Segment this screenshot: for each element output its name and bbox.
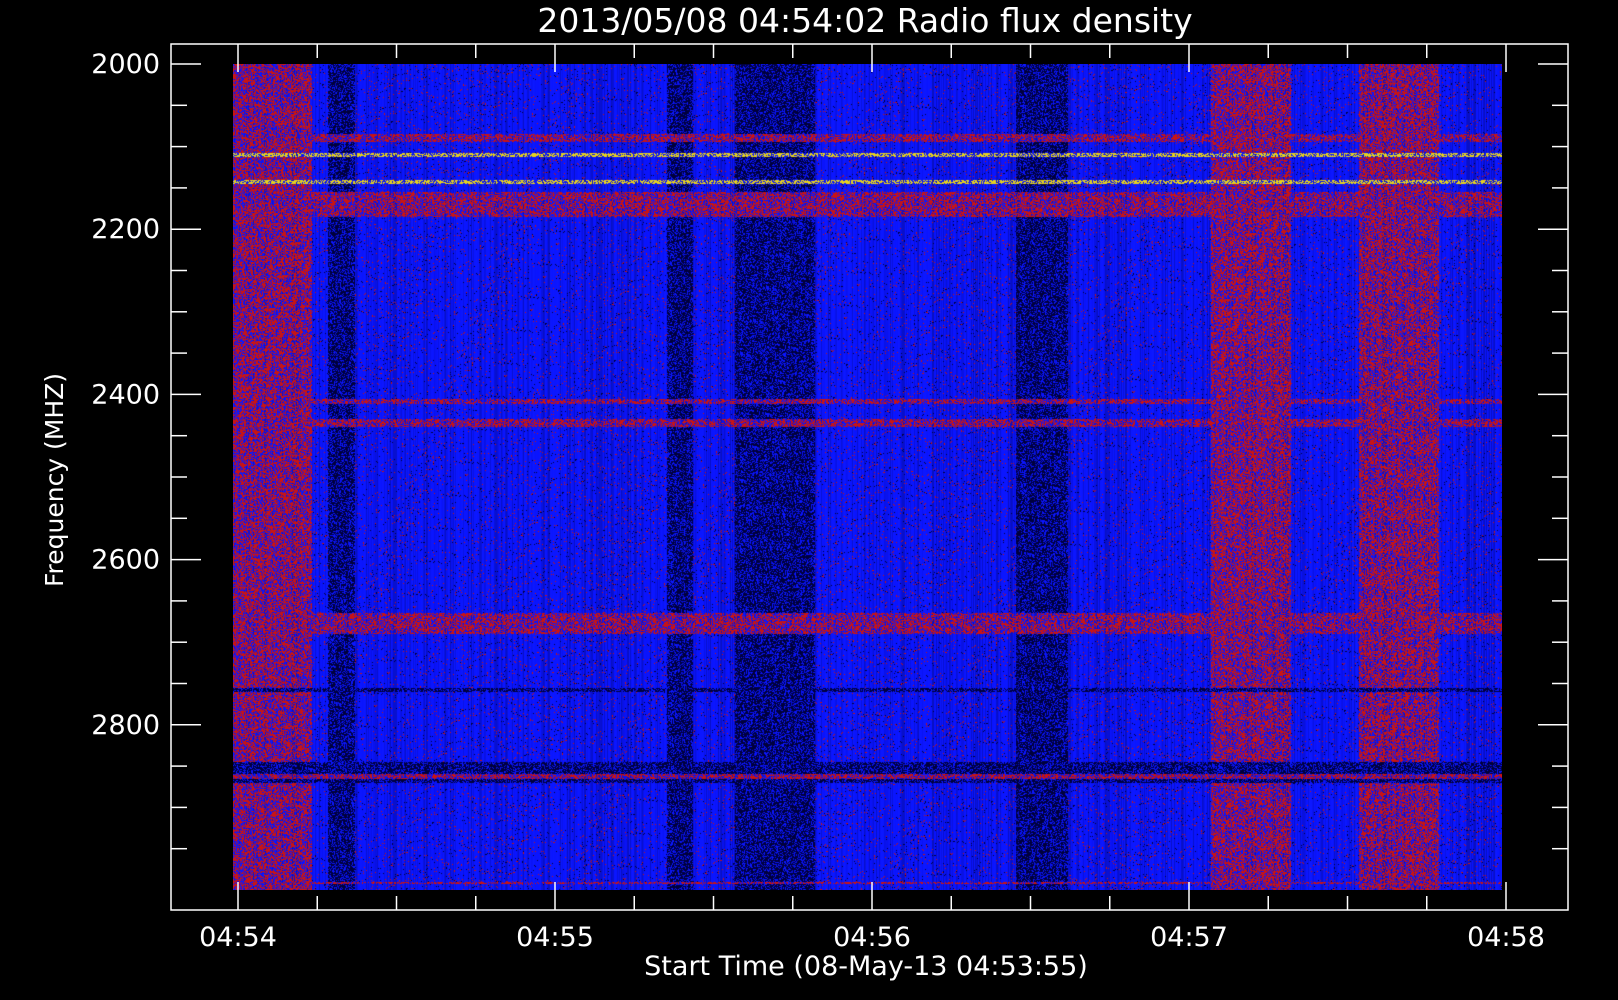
x-axis-label: Start Time (08-May-13 04:53:55) [644,951,1088,982]
spectrogram-chart: 2013/05/08 04:54:02 Radio flux density 2… [0,0,1618,1000]
y-tick-label: 2400 [91,379,160,410]
y-tick-label: 2000 [91,49,160,80]
x-tick-label: 04:58 [1467,922,1545,953]
x-tick-label: 04:56 [833,922,911,953]
heatmap-image [233,64,1502,890]
x-tick-label: 04:55 [516,922,594,953]
y-tick-label: 2200 [91,214,160,245]
y-tick-label: 2600 [91,545,160,576]
y-tick-label: 2800 [91,710,160,741]
x-tick-label: 04:54 [199,922,277,953]
x-tick-label: 04:57 [1150,922,1228,953]
chart-title: 2013/05/08 04:54:02 Radio flux density [537,1,1192,40]
y-axis-label: Frequency (MHZ) [40,373,69,587]
